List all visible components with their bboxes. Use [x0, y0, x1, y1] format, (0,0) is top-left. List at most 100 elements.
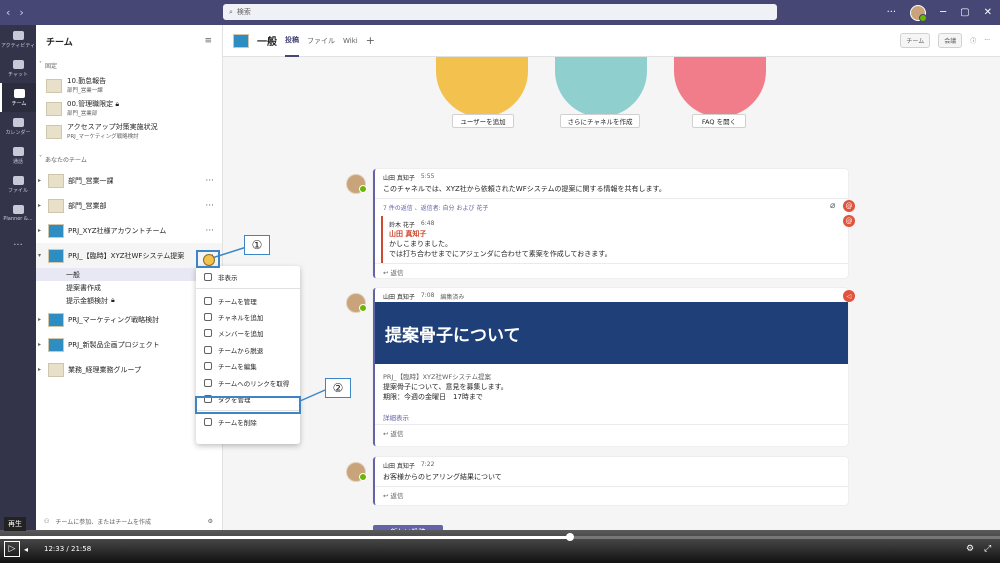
rail-teams[interactable]: チーム [0, 83, 36, 112]
tab-posts[interactable]: 投稿 [285, 25, 299, 57]
avatar[interactable] [346, 462, 367, 482]
play-button[interactable]: ▷ [4, 541, 20, 557]
meet-button[interactable]: 会議 [938, 33, 963, 48]
mention[interactable]: 山田 真知子 [389, 229, 842, 239]
team-button[interactable]: チーム [900, 33, 931, 48]
team-item[interactable]: ▸ PRJ_マーケティング戦略検討 [36, 307, 222, 332]
rail-calendar[interactable]: カレンダー [0, 112, 36, 141]
avatar[interactable] [346, 293, 367, 313]
team-item[interactable]: ▸ 業務_経理業務グループ [36, 357, 222, 382]
join-create-team[interactable]: ⚇ チームに参加、またはチームを作成 ⚙ [36, 512, 223, 530]
rail-chat[interactable]: チャット [0, 54, 36, 83]
menu-add-member[interactable]: メンバーを追加 [196, 325, 300, 341]
channel-item[interactable]: 提案書作成 [36, 281, 222, 294]
chevron-right-icon: ▸ [38, 177, 42, 184]
menu-get-link[interactable]: チームへのリンクを取得 [196, 374, 300, 390]
team-item[interactable]: ▸ 部門_営業一課 ··· [36, 168, 222, 193]
callout-highlight-tags [195, 396, 301, 414]
more-options-icon[interactable]: ··· [984, 37, 990, 44]
more-options-icon[interactable]: ··· [205, 176, 214, 186]
back-icon[interactable]: ‹ [6, 6, 10, 19]
settings-icon[interactable]: ⚙ [966, 544, 974, 554]
more-options-icon[interactable]: ··· [205, 226, 214, 236]
channel-item[interactable]: 一般 [36, 268, 222, 281]
team-tile-icon [48, 173, 64, 188]
reply-button[interactable]: ↩ 返信 [375, 486, 848, 503]
reply-button[interactable]: ↩ 返信 [375, 424, 848, 441]
open-faq-button[interactable]: FAQ を開く [692, 114, 746, 128]
menu-edit-team[interactable]: チームを編集 [196, 358, 300, 374]
play-tooltip: 再生 [4, 517, 26, 531]
menu-delete-team[interactable]: チームを削除 [196, 414, 300, 430]
menu-add-channel[interactable]: チャネルを追加 [196, 309, 300, 325]
channel-item[interactable]: 提示金額検討 🔒︎ [36, 294, 222, 307]
message-post[interactable]: 山田 真知子 7:08 編集済み 提案骨子について PRJ_【臨時】XYZ社WFシス… [373, 288, 848, 446]
team-tile-icon [48, 362, 64, 377]
your-teams-section[interactable]: ˅ あなたのチーム [36, 151, 222, 168]
message-post[interactable]: 山田 真知子 5:55 このチャネルでは、XYZ社から依頼されたWFシステムの提案… [373, 169, 848, 278]
pinned-section[interactable]: ˅ 固定 [36, 57, 222, 74]
reply-icon: ↩ [383, 492, 391, 500]
team-tile-icon [48, 198, 64, 213]
search-input[interactable]: ⌕ 検索 [223, 4, 777, 20]
see-more-link[interactable]: 詳細表示 [375, 406, 848, 424]
close-icon[interactable]: ✕ [984, 7, 992, 18]
message-meta: 山田 真知子 5:55 [383, 173, 435, 182]
minimize-icon[interactable]: ─ [940, 7, 946, 18]
gear-icon[interactable]: ⚙ [208, 518, 213, 525]
reply-button[interactable]: ↩ 返信 [375, 263, 848, 280]
more-options-icon[interactable]: ··· [887, 7, 897, 18]
rail-planner[interactable]: Planner &... [0, 199, 36, 228]
nav-arrows: ‹ › [0, 6, 36, 19]
rail-activity[interactable]: アクティビティ [0, 25, 36, 54]
reply-icon: ↩ [383, 430, 391, 438]
add-user-button[interactable]: ユーザーを追加 [452, 114, 514, 128]
team-item[interactable]: ▸ PRJ_XYZ社様アカウントチーム ··· [36, 218, 222, 243]
message-post[interactable]: 山田 真知子 7:22 お客様からのヒアリング結果について ↩ 返信 [373, 457, 848, 505]
team-tile-icon [46, 101, 62, 116]
reply-message: 鈴木 花子 6:48 山田 真知子 かしこまりました。 では打ち合わせまでにアジェ… [381, 216, 848, 263]
tab-wiki[interactable]: Wiki [343, 25, 358, 57]
rail-files[interactable]: ファイル [0, 170, 36, 199]
fullscreen-icon[interactable]: ⤢ [984, 544, 991, 554]
pinned-item[interactable]: 10.勤怠報告 部門_営業一課 [36, 74, 222, 97]
user-avatar[interactable] [910, 4, 928, 22]
file-icon [12, 175, 24, 185]
pinned-item[interactable]: アクセスアップ対策実施状況 PRJ_マーケティング戦略検討 [36, 120, 222, 143]
mention-badge-icon: @ [843, 215, 855, 227]
menu-leave-team[interactable]: チームから脱退 [196, 342, 300, 358]
replies-summary[interactable]: 7 件の返信 、返信者: 自分 および 花子 [375, 198, 848, 216]
tab-files[interactable]: ファイル [307, 25, 335, 57]
mention-badge-icon: @ [843, 200, 855, 212]
chevron-right-icon: ▸ [38, 202, 42, 209]
menu-manage-team[interactable]: チームを管理 [196, 292, 300, 308]
header-actions: チーム 会議 ⓘ ··· [900, 33, 1000, 48]
team-item[interactable]: ▾PRJ_【臨時】XYZ社WFシステム提案··· [36, 243, 222, 268]
menu-hide[interactable]: 非表示 [196, 269, 300, 285]
add-tab-button[interactable]: + [366, 25, 375, 57]
avatar[interactable] [346, 174, 367, 194]
eye-off-icon [204, 273, 212, 282]
rail-more[interactable]: ... [0, 228, 36, 257]
link-icon [204, 378, 212, 387]
pinned-item[interactable]: 00.管理職限定 🔒︎ 部門_営業部 [36, 97, 222, 120]
cursor-hand-icon [203, 254, 215, 266]
info-icon[interactable]: ⓘ [970, 36, 976, 45]
teams-panel: チーム ≡ ˅ 固定 10.勤怠報告 部門_営業一課 00.管理職限定 🔒︎ 部門_営業… [36, 25, 223, 530]
filter-icon[interactable]: ≡ [204, 36, 212, 46]
callout-number: ② [325, 378, 351, 398]
video-scrubber[interactable] [566, 533, 574, 541]
maximize-icon[interactable]: ▢ [960, 7, 969, 18]
video-progress[interactable] [0, 533, 1000, 541]
forward-icon[interactable]: › [19, 6, 23, 19]
rail-calls[interactable]: 通話 [0, 141, 36, 170]
announcement-banner: 提案骨子について [375, 302, 848, 364]
search-icon: ⌕ [229, 7, 233, 16]
calendar-icon [12, 117, 24, 127]
chevron-right-icon: ▸ [38, 341, 42, 348]
volume-icon[interactable]: ◂ [24, 545, 28, 554]
create-channel-button[interactable]: さらにチャネルを作成 [560, 114, 640, 128]
team-item[interactable]: ▸ PRJ_新製品企画プロジェクト [36, 332, 222, 357]
more-options-icon[interactable]: ··· [205, 201, 214, 211]
team-item[interactable]: ▸ 部門_営業部 ··· [36, 193, 222, 218]
